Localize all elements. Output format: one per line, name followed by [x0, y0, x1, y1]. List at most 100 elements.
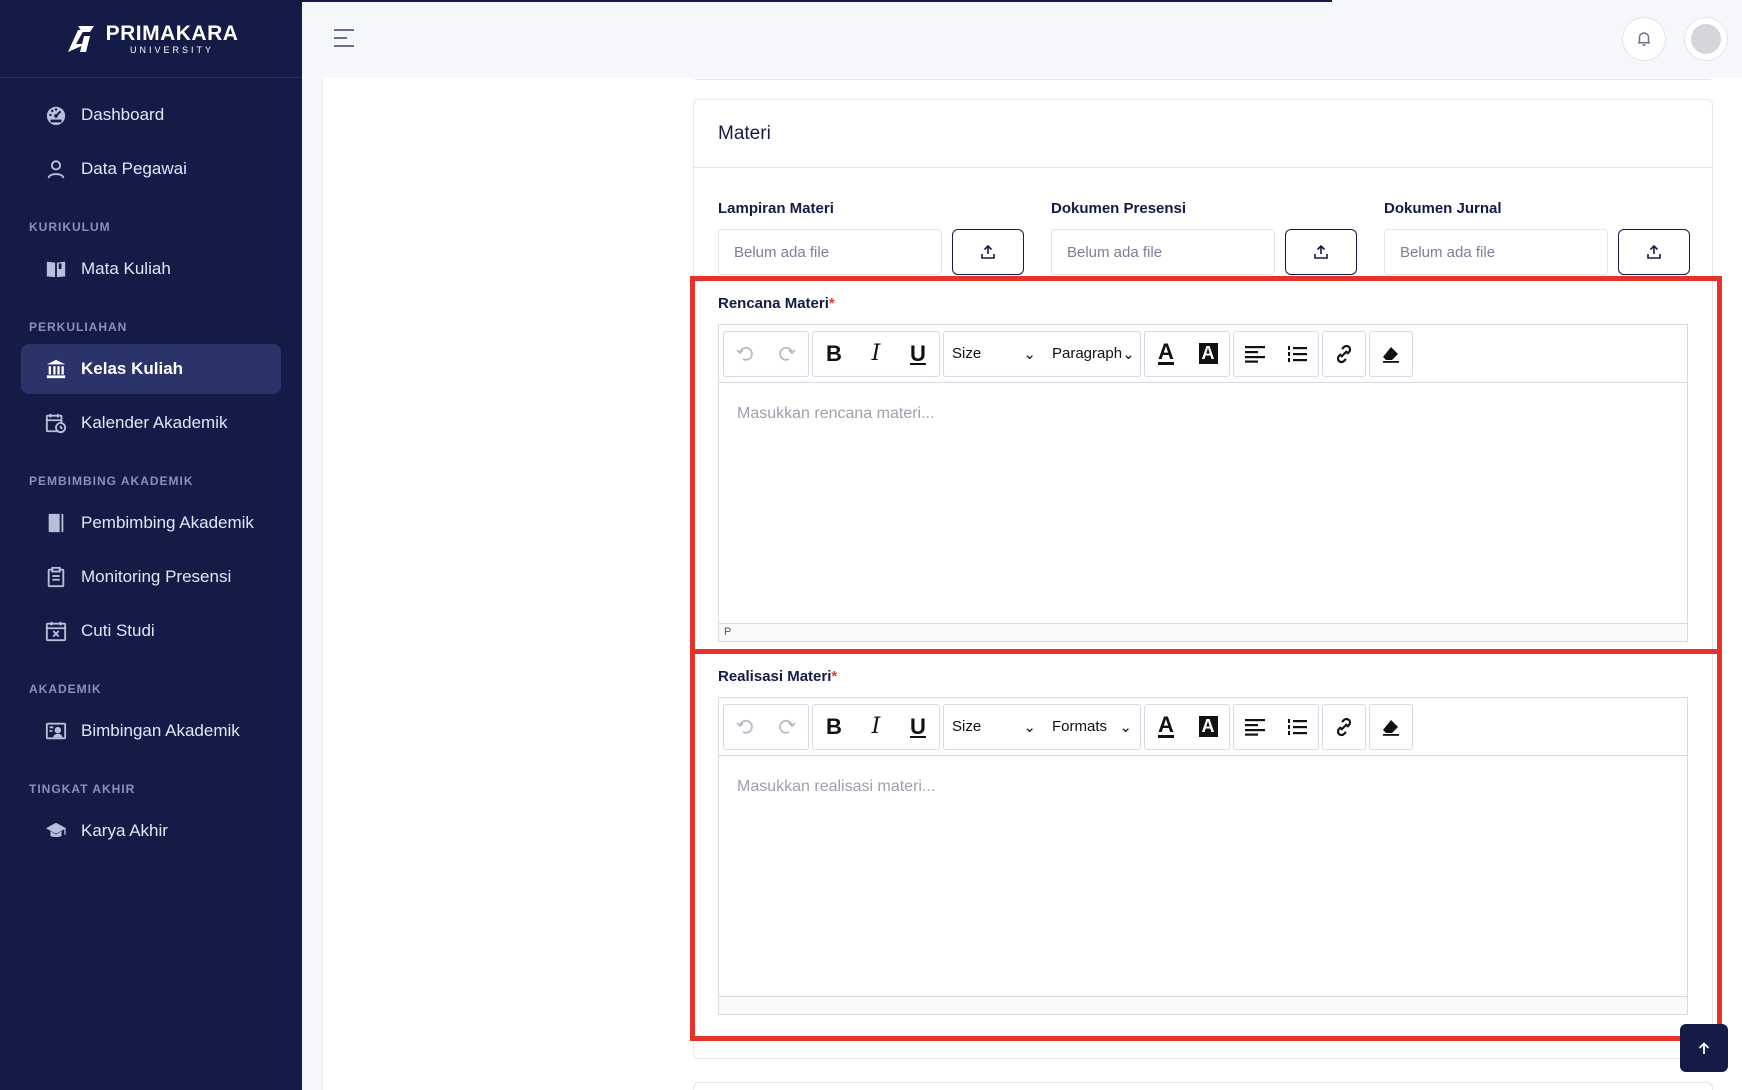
redo-button[interactable] — [766, 332, 808, 376]
clear-formatting-button[interactable] — [1370, 332, 1412, 376]
undo-button[interactable] — [724, 332, 766, 376]
editor-label: Realisasi Materi* — [718, 668, 1688, 685]
card-title: Materi — [694, 100, 1712, 168]
bold-button[interactable]: B — [813, 332, 855, 376]
notification-button[interactable] — [1622, 17, 1666, 61]
upload-icon — [1647, 244, 1661, 259]
clipboard-icon — [45, 566, 67, 588]
sidebar-item-label: Data Pegawai — [81, 159, 187, 178]
sidebar-item-kalender-akademik[interactable]: Kalender Akademik — [21, 398, 281, 448]
editor-toolbar: B I U Size ⌄ Formats ⌄ A A — [719, 698, 1687, 756]
sidebar-item-pembimbing-akademik[interactable]: Pembimbing Akademik — [21, 498, 281, 548]
undo-button[interactable] — [724, 705, 766, 749]
chevron-down-icon: ⌄ — [1023, 718, 1036, 736]
chevron-down-icon: ⌄ — [1119, 718, 1132, 736]
sidebar-item-bimbingan-akademik[interactable]: Bimbingan Akademik — [21, 706, 281, 756]
user-avatar[interactable] — [1684, 17, 1728, 61]
materi-card: Materi Lampiran Materi Belum ada file Do… — [693, 99, 1713, 1059]
loading-progress-bar — [302, 0, 1332, 2]
numbered-list-button[interactable] — [1276, 705, 1318, 749]
dokumen-jurnal-upload-button[interactable] — [1618, 229, 1690, 275]
lampiran-materi-upload-button[interactable] — [952, 229, 1024, 275]
clear-formatting-button[interactable] — [1370, 705, 1412, 749]
text-style-group: B I U — [812, 703, 940, 750]
unlink-button[interactable] — [1323, 705, 1365, 749]
editor-statusbar: P — [719, 623, 1687, 641]
redo-button[interactable] — [766, 705, 808, 749]
section-title-perkuliahan: PERKULIAHAN — [29, 320, 128, 334]
sidebar-item-label: Karya Akhir — [81, 821, 168, 840]
graduation-cap-icon — [45, 820, 67, 842]
sidebar-item-monitoring-presensi[interactable]: Monitoring Presensi — [21, 552, 281, 602]
file-label: Dokumen Presensi — [1051, 200, 1187, 217]
text-color-button[interactable]: A — [1145, 705, 1187, 749]
sidebar-item-kelas-kuliah[interactable]: Kelas Kuliah — [21, 344, 281, 394]
size-select[interactable]: Size ⌄ — [944, 705, 1044, 749]
section-title-kurikulum: KURIKULUM — [29, 220, 111, 234]
menu-toggle-icon[interactable] — [332, 28, 356, 48]
unlink-button[interactable] — [1323, 332, 1365, 376]
upload-icon — [981, 244, 995, 259]
italic-button[interactable]: I — [855, 705, 897, 749]
clear-group — [1369, 703, 1413, 750]
underline-button[interactable]: U — [897, 332, 939, 376]
dokumen-presensi-upload-button[interactable] — [1285, 229, 1357, 275]
scroll-to-top-button[interactable] — [1680, 1024, 1728, 1072]
link-group — [1322, 703, 1366, 750]
file-group-dokumen-presensi: Dokumen Presensi Belum ada file — [1051, 200, 1361, 275]
align-left-button[interactable] — [1234, 332, 1276, 376]
chevron-down-icon: ⌄ — [1023, 345, 1036, 363]
background-color-button[interactable]: A — [1187, 332, 1229, 376]
redo-icon — [779, 346, 796, 361]
select-group: Size ⌄ Paragraph ⌄ — [943, 330, 1141, 377]
align-left-button[interactable] — [1234, 705, 1276, 749]
history-group — [723, 703, 809, 750]
brand-name: PRIMAKARA — [105, 21, 239, 45]
sidebar-item-label: Mata Kuliah — [81, 259, 171, 278]
file-label: Lampiran Materi — [718, 200, 834, 217]
underline-button[interactable]: U — [897, 705, 939, 749]
select-group: Size ⌄ Formats ⌄ — [943, 703, 1141, 750]
sidebar-item-dashboard[interactable]: Dashboard — [21, 90, 281, 140]
bold-button[interactable]: B — [813, 705, 855, 749]
arrow-up-icon — [1698, 1042, 1710, 1054]
editor-label-text: Rencana Materi — [718, 295, 829, 312]
sidebar-nav: Dashboard Data Pegawai KURIKULUM Mata Ku… — [0, 78, 302, 856]
editor-label: Rencana Materi* — [718, 295, 1688, 312]
highlight-color-icon: A — [1198, 716, 1218, 737]
sidebar-item-data-pegawai[interactable]: Data Pegawai — [21, 144, 281, 194]
unlink-icon — [1336, 717, 1352, 736]
text-color-button[interactable]: A — [1145, 332, 1187, 376]
italic-button[interactable]: I — [855, 332, 897, 376]
format-select[interactable]: Formats ⌄ — [1044, 705, 1140, 749]
editor-toolbar: B I U Size ⌄ Paragraph ⌄ A A — [719, 325, 1687, 383]
editor-statusbar — [719, 996, 1687, 1014]
size-select[interactable]: Size ⌄ — [944, 332, 1044, 376]
sidebar-item-label: Pembimbing Akademik — [81, 513, 254, 532]
realisasi-materi-editor: B I U Size ⌄ Formats ⌄ A A Masukkan real… — [718, 697, 1688, 1015]
numbered-list-icon — [1288, 345, 1307, 362]
dokumen-presensi-input[interactable]: Belum ada file — [1051, 229, 1275, 275]
size-select-label: Size — [952, 345, 982, 362]
presentation-icon — [45, 720, 67, 742]
paragraph-group — [1233, 330, 1319, 377]
notebook-icon — [45, 512, 67, 534]
clear-group — [1369, 330, 1413, 377]
text-style-group: B I U — [812, 330, 940, 377]
numbered-list-icon — [1288, 718, 1307, 735]
realisasi-materi-textarea[interactable]: Masukkan realisasi materi... — [719, 756, 1687, 996]
sidebar-item-mata-kuliah[interactable]: Mata Kuliah — [21, 244, 281, 294]
sidebar-item-karya-akhir[interactable]: Karya Akhir — [21, 806, 281, 856]
brand-subtitle: UNIVERSITY — [129, 44, 214, 55]
highlight-color-icon: A — [1198, 343, 1218, 364]
section-title-pembimbing-akademik: PEMBIMBING AKADEMIK — [29, 474, 194, 488]
calendar-clock-icon — [45, 412, 67, 434]
rencana-materi-textarea[interactable]: Masukkan rencana materi... — [719, 383, 1687, 623]
background-color-button[interactable]: A — [1187, 705, 1229, 749]
lampiran-materi-input[interactable]: Belum ada file — [718, 229, 942, 275]
format-select[interactable]: Paragraph ⌄ — [1044, 332, 1140, 376]
sidebar-item-cuti-studi[interactable]: Cuti Studi — [21, 606, 281, 656]
dokumen-jurnal-input[interactable]: Belum ada file — [1384, 229, 1608, 275]
brand-logo[interactable]: PRIMAKARA UNIVERSITY — [0, 0, 302, 78]
numbered-list-button[interactable] — [1276, 332, 1318, 376]
